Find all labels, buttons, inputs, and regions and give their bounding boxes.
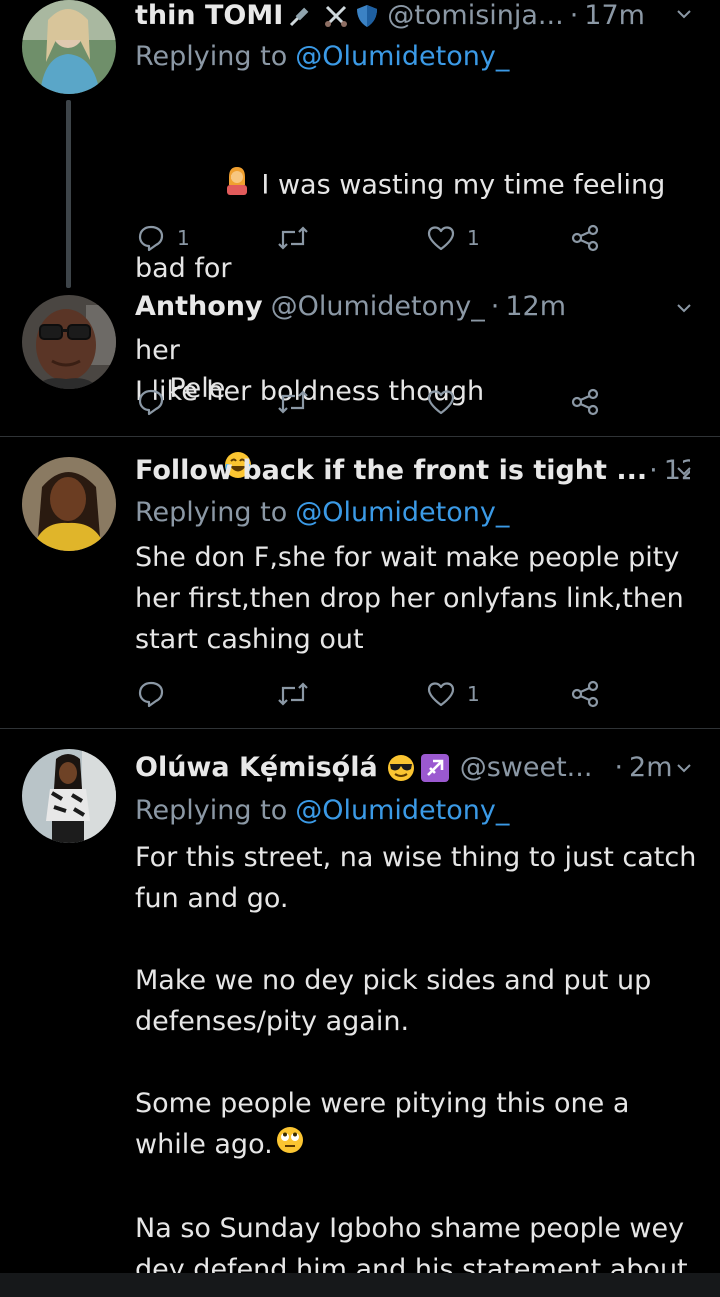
chevron-down-icon[interactable] [676,300,692,316]
author-name[interactable]: Olúwa Kẹ́misọ́lá [135,748,378,788]
tweet-header: thin TOMI @tomisinja... · 17m [135,0,690,36]
retweet-button[interactable] [277,382,321,422]
timestamp[interactable]: 12m [505,287,566,327]
share-button[interactable] [571,218,601,258]
author-handle[interactable]: @sweet... [460,748,593,788]
replying-label: Replying to [135,497,288,528]
tweet-actions [135,382,615,422]
tweet-header: Follow back if the front is tight ... · … [135,451,690,491]
like-count: 1 [467,682,480,706]
thread-line [66,100,71,288]
reply-icon [138,225,164,252]
crossed-swords-emoji [323,3,349,29]
eye-roll-emoji [275,1125,305,1167]
tweet-text: For this street, na wise thing to just c… [135,837,705,1290]
like-button[interactable] [427,382,467,422]
avatar[interactable] [22,457,116,551]
separator-dot: · [490,291,500,322]
timestamp[interactable]: 17m [584,0,645,36]
author-name[interactable]: thin TOMI [135,0,283,36]
reply-button[interactable] [137,382,177,422]
replying-to: Replying to @Olumidetony_ [135,37,509,77]
tweet-2[interactable]: Anthony @Olumidetony_ · 12m Pele [0,287,720,478]
replying-to: Replying to @Olumidetony_ [135,791,509,831]
separator-dot: · [614,752,624,783]
share-icon [571,388,599,416]
tweet-header: Olúwa Kẹ́misọ́lá @sweet... · 2m [135,748,690,788]
chevron-down-icon[interactable] [676,6,692,22]
reply-icon [138,681,164,708]
replying-label: Replying to [135,41,288,72]
share-button[interactable] [571,382,601,422]
shield-emoji [355,3,379,29]
sunglasses-emoji [386,753,416,783]
retweet-button[interactable] [277,674,321,714]
reply-icon [138,389,164,416]
retweet-icon [278,226,308,250]
retweet-icon [278,682,308,706]
like-count: 1 [467,226,480,250]
heart-icon [427,390,455,415]
chevron-down-icon[interactable] [676,760,692,776]
reply-button[interactable]: 1 [137,218,190,258]
author-handle[interactable]: @tomisinja... [387,0,563,36]
author-name[interactable]: Follow back if the front is tight ... [135,451,647,491]
chevron-down-icon[interactable] [676,463,692,479]
sagittarius-emoji [420,753,450,783]
tweet-header: Anthony @Olumidetony_ · 12m [135,287,690,327]
avatar[interactable] [22,0,116,94]
separator-dot: · [569,0,579,31]
replying-to: Replying to @Olumidetony_ [135,493,509,533]
separator-dot: · [649,455,658,486]
reply-count: 1 [177,226,190,250]
retweet-icon [278,390,308,414]
tweet-3[interactable]: Follow back if the front is tight ... · … [0,437,720,727]
share-button[interactable] [571,674,601,714]
mention-link[interactable]: @Olumidetony_ [295,497,509,528]
timestamp[interactable]: 2m [629,748,672,788]
like-button[interactable]: 1 [427,218,480,258]
tweet-text: She don F,she for wait make people pity … [135,542,684,655]
heart-icon [427,682,455,707]
author-name[interactable]: Anthony [135,287,263,327]
tweet-1[interactable]: thin TOMI @tomisinja... · 17m Replying t… [0,0,720,407]
syringe-emoji [287,3,313,29]
author-handle[interactable]: @Olumidetony_ [271,287,485,327]
mention-link[interactable]: @Olumidetony_ [295,795,509,826]
heart-icon [427,226,455,251]
tweet-actions: 1 [135,674,615,714]
tweet-4[interactable]: Olúwa Kẹ́misọ́lá @sweet... · 2m Replying… [0,729,720,1285]
tweet-actions: 1 1 [135,218,615,258]
avatar[interactable] [22,295,116,389]
retweet-button[interactable] [277,218,321,258]
replying-label: Replying to [135,795,288,826]
like-button[interactable]: 1 [427,674,480,714]
mention-link[interactable]: @Olumidetony_ [295,41,509,72]
tweet-text-part1: For this street, na wise thing to just c… [135,842,697,1160]
share-icon [571,224,599,252]
reply-button[interactable] [137,674,177,714]
share-icon [571,680,599,708]
avatar[interactable] [22,749,116,843]
bottom-edge [0,1273,720,1297]
